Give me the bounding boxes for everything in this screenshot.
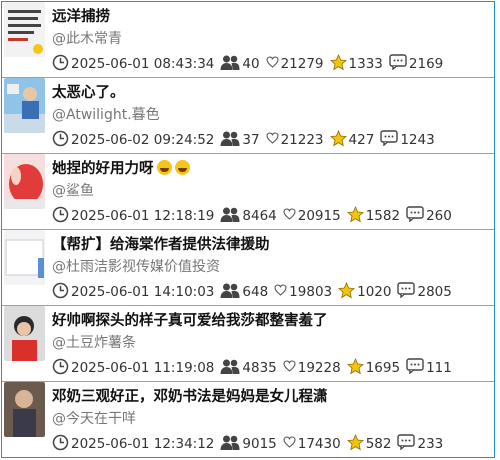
favorite-count: 1695: [365, 360, 401, 376]
favorite-count: 427: [348, 132, 375, 148]
video-stats: 2025-06-01 11:19:08 4835 19228 1695 111: [52, 357, 452, 379]
clock-icon: [52, 54, 69, 75]
viewer-count: 648: [242, 284, 269, 300]
people-icon: [220, 282, 240, 302]
video-title[interactable]: 太恶心了。: [52, 81, 125, 102]
author-name[interactable]: @土豆炸薯条: [52, 332, 136, 352]
video-stats: 2025-06-01 14:10:03 648 19803 1020 2805: [52, 281, 452, 303]
clock-icon: [52, 206, 69, 227]
people-icon: [220, 54, 240, 74]
video-thumbnail[interactable]: [4, 2, 45, 57]
video-list-item[interactable]: 她捏的好用力呀 @鲨鱼 2025-06-01 12:18:19 8464 20915 15…: [2, 154, 494, 230]
star-icon: [346, 433, 364, 455]
author-name[interactable]: @杜雨洁影视传媒价值投资: [52, 256, 220, 276]
heart-icon: [266, 132, 279, 148]
comment-count: 260: [426, 208, 452, 224]
people-icon: [220, 434, 240, 454]
heart-icon: [266, 56, 279, 72]
video-thumbnail[interactable]: [4, 154, 45, 209]
publish-date: 2025-06-02 09:24:52: [71, 132, 215, 148]
publish-date: 2025-06-01 14:10:03: [71, 284, 215, 300]
star-icon: [346, 357, 364, 379]
author-name[interactable]: @Atwilight.暮色: [52, 104, 160, 124]
publish-date: 2025-06-01 11:19:08: [71, 360, 215, 376]
like-count: 19803: [289, 284, 333, 300]
video-stats: 2025-06-02 09:24:52 37 21223 427 1243: [52, 129, 435, 151]
favorite-count: 1020: [357, 284, 392, 300]
favorite-count: 582: [365, 436, 392, 452]
clock-icon: [52, 358, 69, 379]
like-count: 20915: [297, 208, 341, 224]
author-name[interactable]: @今天在干咩: [52, 408, 136, 428]
comment-icon: [380, 130, 399, 150]
people-icon: [220, 130, 240, 150]
heart-icon: [283, 436, 296, 452]
laughing-emoji-icon: [174, 160, 190, 175]
like-count: 19228: [297, 360, 341, 376]
viewer-count: 9015: [242, 436, 277, 452]
clock-icon: [52, 130, 69, 151]
video-list-item[interactable]: 太恶心了。 @Atwilight.暮色 2025-06-02 09:24:52 37 2…: [2, 78, 494, 154]
comment-count: 111: [426, 360, 452, 376]
video-stats: 2025-06-01 12:18:19 8464 20915 1582 260: [52, 205, 452, 227]
favorite-count: 1582: [365, 208, 401, 224]
like-count: 17430: [297, 436, 341, 452]
publish-date: 2025-06-01 12:18:19: [71, 208, 215, 224]
comment-icon: [406, 206, 424, 226]
people-icon: [220, 206, 240, 226]
video-thumbnail[interactable]: [4, 382, 45, 437]
author-name[interactable]: @鲨鱼: [52, 180, 94, 200]
comment-icon: [389, 54, 407, 74]
video-title[interactable]: 她捏的好用力呀: [52, 157, 190, 178]
clock-icon: [52, 282, 69, 303]
star-icon: [329, 53, 347, 75]
heart-icon: [283, 208, 296, 224]
viewer-count: 4835: [242, 360, 277, 376]
video-list: 远洋捕捞 @此木常青 2025-06-01 08:43:34 40 21279 1333 2…: [1, 1, 495, 458]
publish-date: 2025-06-01 12:34:12: [71, 436, 215, 452]
video-list-item[interactable]: 好帅啊探头的样子真可爱给我莎都整害羞了 @土豆炸薯条 2025-06-01 11:1…: [2, 306, 494, 382]
video-stats: 2025-06-01 08:43:34 40 21279 1333 2169: [52, 53, 444, 75]
people-icon: [220, 358, 240, 378]
video-thumbnail[interactable]: [4, 78, 45, 133]
video-stats: 2025-06-01 12:34:12 9015 17430 582 233: [52, 433, 444, 455]
video-thumbnail[interactable]: [4, 230, 45, 285]
comment-icon: [406, 358, 424, 378]
comment-count: 1243: [400, 132, 435, 148]
video-title[interactable]: 好帅啊探头的样子真可爱给我莎都整害羞了: [52, 309, 328, 330]
author-name[interactable]: @此木常青: [52, 28, 122, 48]
comment-icon: [397, 434, 416, 454]
viewer-count: 40: [242, 56, 260, 72]
heart-icon: [274, 284, 287, 300]
like-count: 21223: [280, 132, 324, 148]
video-list-item[interactable]: 【帮扩】给海棠作者提供法律援助 @杜雨洁影视传媒价值投资 2025-06-01 14…: [2, 230, 494, 306]
video-thumbnail[interactable]: [4, 306, 45, 361]
video-list-item[interactable]: 邓奶三观好正，邓奶书法是妈妈是女儿程潇 @今天在干咩 2025-06-01 12:3…: [2, 382, 494, 458]
star-icon: [346, 205, 364, 227]
comment-count: 233: [417, 436, 444, 452]
comment-icon: [397, 282, 416, 302]
video-title[interactable]: 【帮扩】给海棠作者提供法律援助: [52, 233, 270, 254]
viewer-count: 8464: [242, 208, 277, 224]
heart-icon: [283, 360, 296, 376]
star-icon: [338, 281, 356, 303]
viewer-count: 37: [242, 132, 260, 148]
video-list-item[interactable]: 远洋捕捞 @此木常青 2025-06-01 08:43:34 40 21279 1333 2…: [2, 2, 494, 78]
video-title[interactable]: 远洋捕捞: [52, 5, 110, 26]
publish-date: 2025-06-01 08:43:34: [71, 56, 215, 72]
favorite-count: 1333: [348, 56, 383, 72]
comment-count: 2169: [408, 56, 444, 72]
like-count: 21279: [280, 56, 324, 72]
video-title[interactable]: 邓奶三观好正，邓奶书法是妈妈是女儿程潇: [52, 385, 328, 406]
laughing-emoji-icon: [156, 160, 172, 175]
comment-count: 2805: [417, 284, 452, 300]
star-icon: [329, 129, 347, 151]
clock-icon: [52, 434, 69, 455]
